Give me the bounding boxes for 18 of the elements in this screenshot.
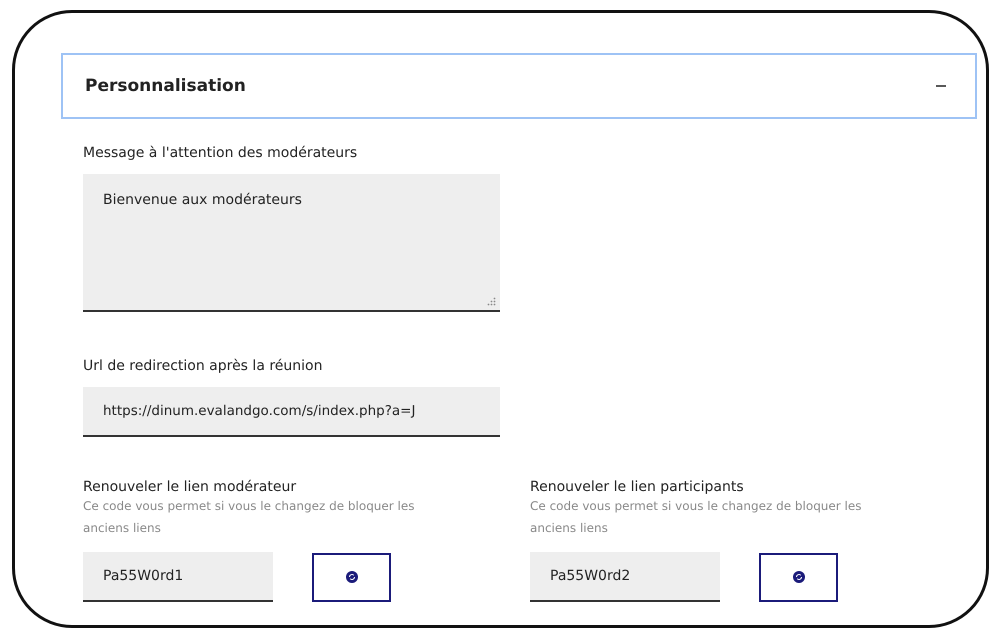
refresh-icon bbox=[346, 571, 358, 583]
field-label: Renouveler le lien modérateur bbox=[83, 479, 298, 495]
field-hint: Ce code vous permet si vous le changez de bloquer les anciens liens bbox=[83, 498, 416, 537]
textarea-value: Bienvenue aux modérateurs bbox=[103, 192, 302, 208]
field-label: Message à l'attention des modérateurs bbox=[83, 145, 358, 161]
field-label: Url de redirection après la réunion bbox=[83, 358, 324, 374]
refresh-button[interactable] bbox=[312, 552, 391, 602]
accordion-header[interactable]: Personnalisation bbox=[61, 53, 977, 119]
url-input[interactable]: https://dinum.evalandgo.com/s/index.php?a=J bbox=[83, 387, 500, 437]
code-input[interactable]: Pa55W0rd2 bbox=[530, 552, 720, 602]
code-input[interactable]: Pa55W0rd1 bbox=[83, 552, 273, 602]
field-label: Renouveler le lien participants bbox=[530, 479, 745, 495]
message-textarea[interactable]: Bienvenue aux modérateurs bbox=[83, 174, 500, 312]
field-hint: Ce code vous permet si vous le changez de bloquer les anciens liens bbox=[530, 498, 863, 537]
refresh-button[interactable] bbox=[759, 552, 838, 602]
refresh-icon bbox=[792, 571, 804, 583]
accordion-title: Personnalisation bbox=[85, 76, 246, 96]
resize-grip-icon[interactable] bbox=[487, 297, 496, 306]
